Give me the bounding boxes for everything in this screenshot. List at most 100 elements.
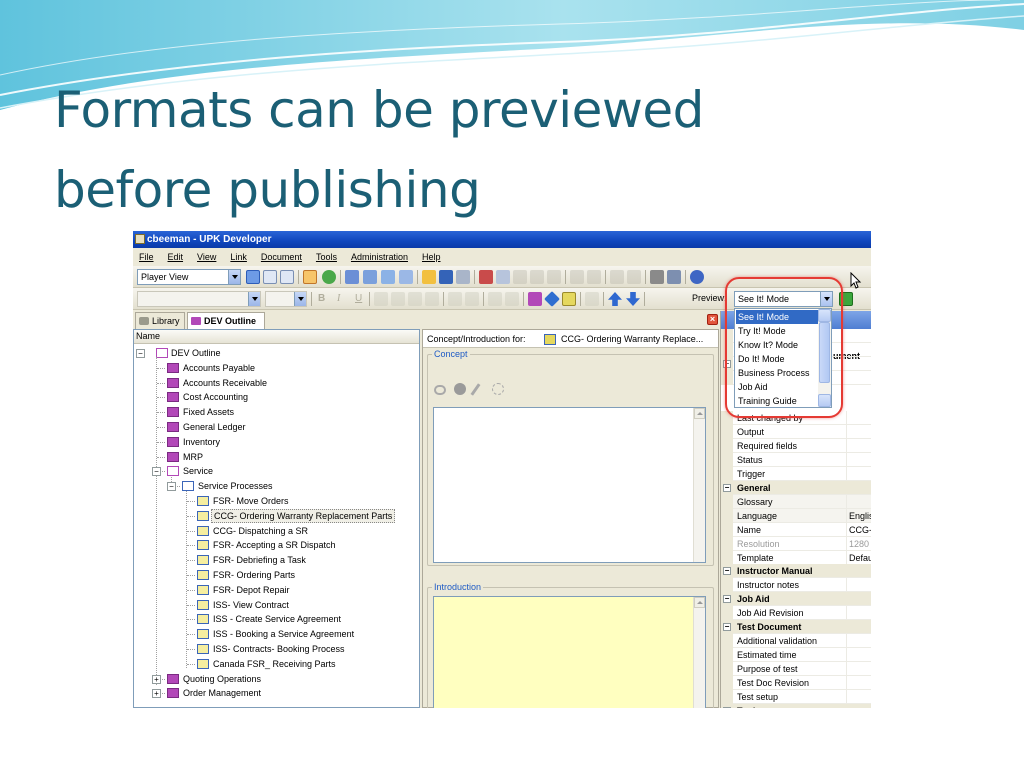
spellcheck-icon[interactable] (667, 270, 681, 284)
list-view-icon[interactable] (263, 270, 277, 284)
style-select[interactable] (137, 291, 261, 307)
font-size-select[interactable] (265, 291, 307, 307)
open-folder-icon[interactable] (422, 270, 436, 284)
property-row[interactable]: Purpose of test (721, 662, 871, 677)
property-value[interactable] (846, 634, 871, 649)
property-row[interactable]: Test setup (721, 690, 871, 704)
collapse-icon[interactable]: − (136, 349, 145, 358)
collapse-icon[interactable]: − (152, 467, 161, 477)
property-row[interactable]: Output (721, 424, 871, 439)
menu-view[interactable]: View (197, 252, 216, 262)
property-value[interactable] (846, 648, 871, 663)
menu-administration[interactable]: Administration (351, 252, 408, 262)
back-icon[interactable] (610, 270, 624, 284)
delete-icon[interactable] (530, 270, 544, 284)
link-icon[interactable] (434, 385, 446, 395)
pencil-icon[interactable] (470, 383, 481, 396)
folder-up-icon[interactable] (363, 270, 377, 284)
book-icon[interactable] (528, 292, 542, 306)
collapse-icon[interactable]: − (723, 595, 731, 604)
introduction-editor[interactable] (433, 596, 706, 708)
concept-scrollbar[interactable] (693, 408, 705, 562)
collapse-icon[interactable]: − (723, 623, 731, 632)
property-category[interactable]: − Topic (721, 703, 871, 708)
tree-item[interactable]: FSR- Ordering Parts (134, 568, 419, 582)
tree-item[interactable]: + Quoting Operations (134, 672, 419, 686)
property-row[interactable]: Status (721, 452, 871, 467)
italic-button[interactable]: I (337, 293, 340, 304)
collapse-icon[interactable]: − (167, 482, 176, 492)
link-icon[interactable] (585, 292, 599, 306)
property-row[interactable]: Trigger (721, 466, 871, 481)
introduction-scrollbar[interactable] (693, 597, 705, 708)
expand-icon[interactable]: + (152, 689, 161, 699)
arrow-down-icon[interactable] (626, 292, 640, 306)
package-icon[interactable] (454, 383, 466, 395)
concept-editor[interactable] (433, 407, 706, 563)
save-icon[interactable] (439, 270, 453, 284)
grid-view-icon[interactable] (246, 270, 260, 284)
redo-icon[interactable] (587, 270, 601, 284)
name-column-header[interactable]: Name (134, 330, 419, 344)
tree-item[interactable]: CCG- Dispatching a SR (134, 524, 419, 538)
property-value[interactable]: CCG- (846, 522, 871, 537)
arrow-up-icon[interactable] (608, 292, 622, 306)
underline-button[interactable]: U (355, 293, 362, 304)
property-value[interactable] (846, 452, 871, 467)
menu-file[interactable]: File (139, 252, 154, 262)
collapse-icon[interactable]: − (723, 483, 731, 492)
menu-edit[interactable]: Edit (168, 252, 184, 262)
tree-item[interactable]: Cost Accounting (134, 390, 419, 404)
collapse-icon[interactable]: − (723, 706, 731, 708)
forward-icon[interactable] (627, 270, 641, 284)
property-value[interactable] (846, 411, 871, 425)
numbered-list-icon[interactable] (465, 292, 479, 306)
align-center-icon[interactable] (391, 292, 405, 306)
scroll-up-icon[interactable] (694, 408, 705, 419)
tree-item[interactable]: − Service (134, 464, 419, 478)
property-row[interactable]: Test Doc Revision (721, 676, 871, 691)
tree-item[interactable]: FSR- Depot Repair (134, 583, 419, 597)
property-value[interactable]: Defau (846, 550, 871, 565)
align-left-icon[interactable] (374, 292, 388, 306)
property-value[interactable]: Englisl (846, 508, 871, 523)
property-row[interactable]: Name CCG- (721, 522, 871, 537)
menu-link[interactable]: Link (230, 252, 247, 262)
align-right-icon[interactable] (408, 292, 422, 306)
print-icon[interactable] (456, 270, 470, 284)
property-row[interactable]: Language Englisl (721, 508, 871, 523)
property-category[interactable]: − Instructor Manual (721, 564, 871, 579)
close-icon[interactable]: × (707, 314, 718, 325)
property-category[interactable]: − Test Document (721, 620, 871, 635)
property-category[interactable]: − General (721, 480, 871, 495)
tree-item[interactable]: + Order Management (134, 686, 419, 700)
tree-item[interactable]: Canada FSR_ Receiving Parts (134, 657, 419, 671)
property-value[interactable] (846, 438, 871, 453)
property-row[interactable]: Estimated time (721, 648, 871, 663)
binoculars-icon[interactable] (650, 270, 664, 284)
chevron-down-icon[interactable] (228, 270, 240, 284)
highlight-icon[interactable] (488, 292, 502, 306)
property-value[interactable] (846, 690, 871, 704)
menu-document[interactable]: Document (261, 252, 302, 262)
scroll-up-icon[interactable] (694, 597, 705, 608)
chevron-down-icon[interactable] (248, 292, 260, 306)
paste-icon[interactable] (513, 270, 527, 284)
tree-item[interactable]: ISS- View Contract (134, 598, 419, 612)
tree-item[interactable]: Inventory (134, 435, 419, 449)
tree-item[interactable]: Accounts Receivable (134, 376, 419, 390)
bold-button[interactable]: B (318, 293, 325, 304)
property-row[interactable]: Resolution 1280 ; (721, 536, 871, 551)
tree-item[interactable]: FSR- Accepting a SR Dispatch (134, 538, 419, 552)
bullet-list-icon[interactable] (448, 292, 462, 306)
unlink-icon[interactable] (492, 383, 504, 395)
tree-item[interactable]: Fixed Assets (134, 405, 419, 419)
tree-item[interactable]: ISS - Create Service Agreement (134, 612, 419, 626)
calendar-icon[interactable] (303, 270, 317, 284)
property-row[interactable]: Template Defau (721, 550, 871, 565)
property-value[interactable] (846, 606, 871, 621)
property-category[interactable]: − Job Aid (721, 592, 871, 607)
justify-icon[interactable] (425, 292, 439, 306)
property-row[interactable]: Required fields (721, 438, 871, 453)
undo-icon[interactable] (570, 270, 584, 284)
